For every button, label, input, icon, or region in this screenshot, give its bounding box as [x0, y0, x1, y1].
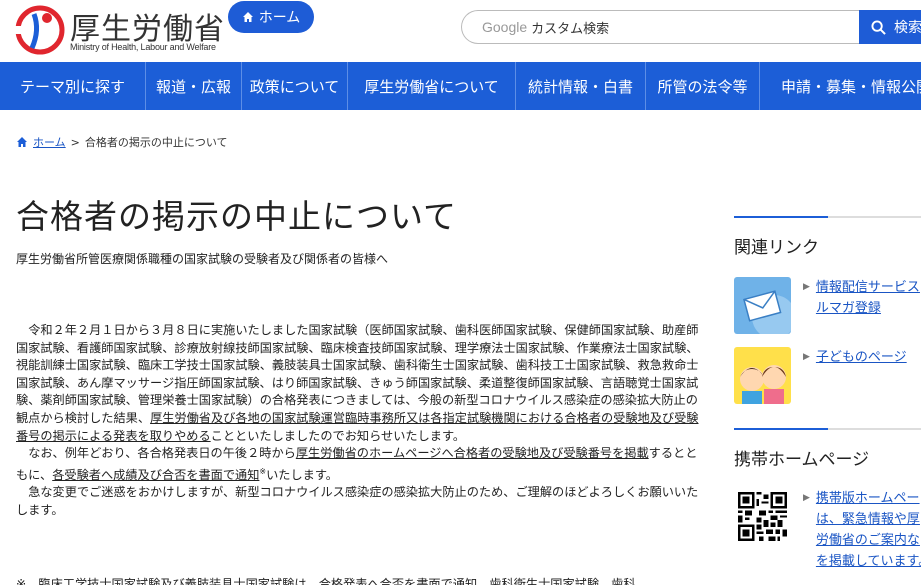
- mail-icon: [734, 277, 791, 334]
- breadcrumb-home-link[interactable]: ホーム: [33, 134, 66, 150]
- paragraph-2: なお、例年どおり、各合格発表日の午後２時から厚生労働省のホームページへ合格者の受…: [16, 445, 708, 484]
- search-icon: [871, 19, 886, 35]
- paragraph-1: 令和２年２月１日から３月８日に実施いたしました国家試験（医師国家試験、歯科医師国…: [16, 322, 708, 445]
- search-button-label: 検索: [894, 20, 921, 36]
- mobile-homepage-link[interactable]: ▶ 携帯版ホームペー は、緊急情報や厚 労働省のご案内な を掲載しています。: [734, 488, 921, 572]
- sidebar-divider-accent: [734, 216, 828, 218]
- kids-icon: [734, 347, 791, 404]
- qr-code-icon: [734, 488, 791, 545]
- related-links-heading: 関連リンク: [734, 238, 819, 258]
- home-icon: [242, 12, 253, 22]
- paragraph-2-underline-2: 各受験者へ成績及び合否を書面で通知: [52, 467, 260, 482]
- lead-text: 厚生労働省所管医療関係職種の国家試験の受験者及び関係者の皆様へ: [16, 252, 389, 266]
- breadcrumb-current: 合格者の掲示の中止について: [84, 136, 228, 149]
- mail-link-line-2[interactable]: ルマガ登録: [816, 298, 920, 319]
- footnote-text: ※ 臨床工学技士国家試験及び義肢装具士国家試験は、合格発表へ合否を書面で通知、歯…: [16, 577, 636, 585]
- nav-item-applications[interactable]: 申請・募集・情報公開: [760, 62, 921, 110]
- search-input[interactable]: Google カスタム検索: [461, 10, 861, 44]
- arrow-right-icon: ▶: [803, 352, 810, 362]
- mobile-link-line-4[interactable]: を掲載しています。: [816, 551, 921, 572]
- arrow-right-icon: ▶: [803, 493, 810, 503]
- related-link-kids-page[interactable]: ▶ 子どものページ: [734, 347, 907, 404]
- mobile-link-line-3[interactable]: 労働省のご案内な: [816, 530, 921, 551]
- sidebar-divider-accent: [734, 428, 828, 430]
- announcement-body: 令和２年２月１日から３月８日に実施いたしました国家試験（医師国家試験、歯科医師国…: [16, 322, 708, 520]
- mobile-link-line-2[interactable]: は、緊急情報や厚: [816, 509, 921, 530]
- related-link-mail-magazine[interactable]: ▶ 情報配信サービス ルマガ登録: [734, 277, 920, 334]
- paragraph-2-underline-1: 厚生労働省のホームページへ合格者の受験地及び受験番号を掲載: [295, 446, 649, 461]
- home-button-label: ホーム: [258, 10, 301, 26]
- page-title: 合格者の掲示の中止について: [16, 197, 458, 236]
- nav-item-statistics[interactable]: 統計情報・白書: [516, 62, 646, 110]
- mobile-link-line-1[interactable]: 携帯版ホームペー: [816, 488, 921, 509]
- mail-link-line-1[interactable]: 情報配信サービス: [816, 277, 920, 298]
- nav-item-policy[interactable]: 政策について: [242, 62, 348, 110]
- nav-item-theme[interactable]: テーマ別に探す: [0, 62, 146, 110]
- paragraph-1-text: 令和２年２月１日から３月８日に実施いたしました国家試験（医師国家試験、歯科医師国…: [16, 323, 699, 425]
- google-brand-label: Google: [482, 19, 528, 35]
- mhlw-logo[interactable]: 厚生労働省 Ministry of Health, Labour and Wel…: [14, 4, 224, 56]
- mhlw-logo-icon: [14, 5, 65, 55]
- nav-item-press[interactable]: 報道・広報: [146, 62, 242, 110]
- paragraph-2-end: いたします。: [266, 467, 338, 482]
- paragraph-3: 急な変更でご迷惑をおかけしますが、新型コロナウイルス感染症の感染拡大防止のため、…: [16, 485, 699, 517]
- paragraph-2-text: なお、例年どおり、各合格発表日の午後２時から: [28, 446, 296, 461]
- kids-link[interactable]: 子どものページ: [816, 347, 907, 404]
- mobile-homepage-heading: 携帯ホームページ: [734, 450, 870, 470]
- nav-item-about[interactable]: 厚生労働省について: [348, 62, 516, 110]
- home-icon: [17, 137, 27, 147]
- arrow-right-icon: ▶: [803, 282, 810, 292]
- sidebar-divider: [734, 428, 921, 430]
- mobile-link-text: ▶ 携帯版ホームペー は、緊急情報や厚 労働省のご案内な を掲載しています。: [803, 488, 921, 572]
- related-link-kids-text: ▶ 子どものページ: [803, 347, 907, 404]
- search-button[interactable]: 検索: [859, 10, 921, 44]
- search-placeholder: カスタム検索: [531, 21, 610, 37]
- site-header: 厚生労働省 Ministry of Health, Labour and Wel…: [0, 0, 921, 62]
- related-link-mail-text: ▶ 情報配信サービス ルマガ登録: [803, 277, 920, 334]
- paragraph-1-end: ことといたしましたのでお知らせいたします。: [210, 428, 466, 443]
- nav-item-laws[interactable]: 所管の法令等: [646, 62, 760, 110]
- breadcrumb: ホーム > 合格者の掲示の中止について: [16, 134, 228, 150]
- global-nav: テーマ別に探す 報道・広報 政策について 厚生労働省について 統計情報・白書 所…: [0, 62, 921, 110]
- sidebar-divider: [734, 216, 921, 218]
- logo-subtitle: Ministry of Health, Labour and Welfare: [70, 42, 216, 52]
- home-button[interactable]: ホーム: [228, 1, 314, 33]
- breadcrumb-separator: >: [70, 135, 80, 149]
